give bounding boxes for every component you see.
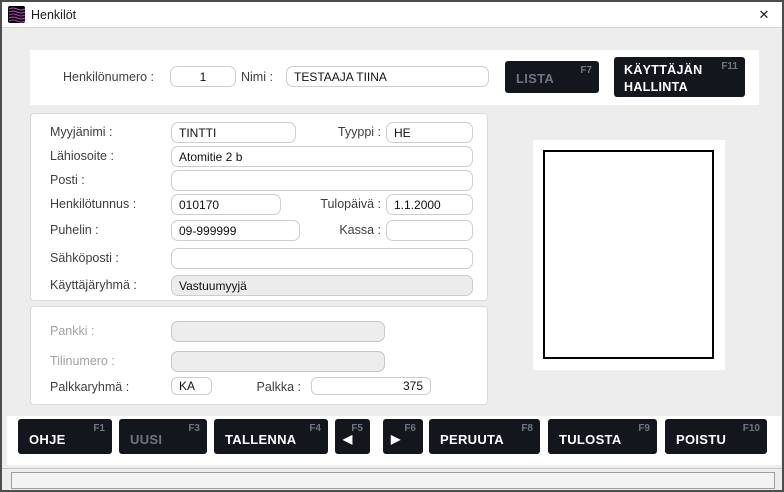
title-bar: Henkilöt ✕ (2, 2, 782, 28)
person-number-label: Henkilönumero : (63, 70, 154, 84)
email-input[interactable] (171, 248, 473, 269)
user-admin-line2: HALLINTA (624, 80, 688, 94)
pay-group-input[interactable] (171, 377, 212, 395)
exit-button[interactable]: POISTU F10 (665, 419, 767, 454)
seller-name-label: Myyjänimi : (50, 125, 113, 139)
pay-group-label: Palkkaryhmä : (50, 380, 129, 394)
email-label: Sähköposti : (50, 251, 119, 265)
personal-id-label: Henkilötunnus : (50, 197, 136, 211)
user-group-label: Käyttäjäryhmä : (50, 278, 137, 292)
left-arrow-icon: ◀ (343, 432, 353, 446)
lista-button[interactable]: LISTA F7 (505, 61, 599, 93)
cash-register-input[interactable] (386, 220, 473, 241)
seller-name-input[interactable] (171, 122, 296, 143)
payroll-group: Pankki : Tilinumero : Palkkaryhmä : Palk… (30, 306, 488, 405)
name-input[interactable] (286, 66, 489, 87)
street-address-label: Lähiosoite : (50, 149, 114, 163)
previous-record-button[interactable]: ◀ F5 (335, 419, 370, 454)
print-button[interactable]: TULOSTA F9 (548, 419, 657, 454)
app-logo-icon (8, 6, 25, 23)
bank-input (171, 321, 385, 342)
name-label: Nimi : (241, 70, 273, 84)
status-divider (2, 468, 782, 469)
user-admin-line1: KÄYTTÄJÄN (624, 63, 702, 77)
henkilot-window: Henkilöt ✕ Henkilönumero : Nimi : LISTA … (0, 0, 784, 492)
save-button[interactable]: TALLENNA F4 (214, 419, 328, 454)
type-input[interactable] (386, 122, 473, 143)
header-panel: Henkilönumero : Nimi : LISTA F7 KÄYTTÄJÄ… (30, 50, 759, 105)
salary-input[interactable] (311, 377, 431, 395)
new-button[interactable]: UUSI F3 (119, 419, 207, 454)
window-title: Henkilöt (31, 8, 76, 22)
bank-label: Pankki : (50, 324, 94, 338)
start-date-input[interactable] (386, 194, 473, 215)
user-group-input (171, 275, 473, 296)
photo-placeholder (543, 150, 714, 359)
postal-input[interactable] (171, 170, 473, 191)
photo-panel (533, 140, 725, 370)
status-bar (11, 472, 775, 489)
account-number-input (171, 351, 385, 372)
user-admin-button[interactable]: KÄYTTÄJÄN HALLINTA F11 (614, 57, 745, 97)
personal-id-input[interactable] (171, 194, 281, 215)
lista-fkey: F7 (580, 65, 592, 76)
street-address-input[interactable] (171, 146, 473, 167)
phone-label: Puhelin : (50, 223, 99, 237)
person-number-input[interactable] (170, 66, 236, 87)
postal-label: Posti : (50, 173, 85, 187)
account-number-label: Tilinumero : (50, 354, 115, 368)
right-arrow-icon: ▶ (391, 432, 401, 446)
cancel-button[interactable]: PERUUTA F8 (429, 419, 540, 454)
start-date-label: Tulopäivä : (281, 197, 381, 211)
type-label: Tyyppi : (281, 125, 381, 139)
cash-register-label: Kassa : (281, 223, 381, 237)
close-icon[interactable]: ✕ (755, 6, 773, 24)
person-details-group: Myyjänimi : Tyyppi : Lähiosoite : Posti … (30, 113, 488, 301)
next-record-button[interactable]: ▶ F6 (383, 419, 423, 454)
user-admin-fkey: F11 (721, 61, 738, 72)
help-button[interactable]: OHJE F1 (18, 419, 112, 454)
salary-label: Palkka : (221, 380, 301, 394)
